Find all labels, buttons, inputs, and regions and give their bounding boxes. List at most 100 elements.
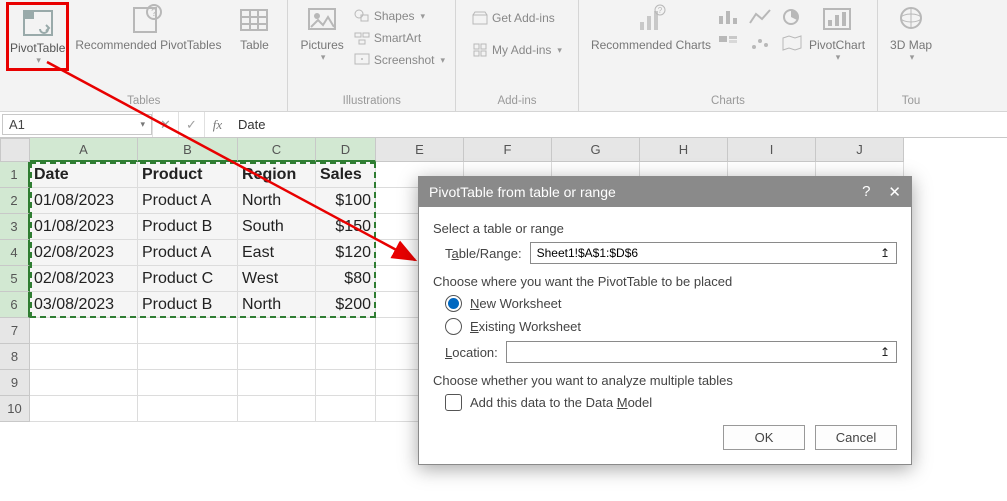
row-header[interactable]: 1 [0, 162, 30, 188]
cell-empty[interactable] [30, 318, 138, 344]
smartart-button[interactable]: SmartArt [350, 28, 449, 48]
cell[interactable]: Region [238, 162, 316, 188]
table-button[interactable]: Table [227, 2, 281, 54]
location-value[interactable] [511, 344, 874, 360]
cell[interactable]: North [238, 292, 316, 318]
cell[interactable]: West [238, 266, 316, 292]
close-icon[interactable]: ✕ [888, 183, 901, 201]
shapes-button[interactable]: Shapes▾ [350, 6, 449, 26]
column-header-C[interactable]: C [238, 138, 316, 162]
option-existing-worksheet[interactable]: Existing Worksheet [445, 318, 897, 335]
name-box[interactable]: A1 ▾ [2, 114, 152, 135]
cell-empty[interactable] [138, 370, 238, 396]
cell-empty[interactable] [238, 396, 316, 422]
column-header-E[interactable]: E [376, 138, 464, 162]
cell[interactable]: 01/08/2023 [30, 188, 138, 214]
collapse-dialog-icon[interactable]: ↥ [875, 244, 895, 262]
column-header-J[interactable]: J [816, 138, 904, 162]
cell[interactable]: South [238, 214, 316, 240]
insert-function-button[interactable]: fx [204, 112, 230, 137]
pie-chart-icon[interactable] [781, 8, 803, 26]
scatter-chart-icon[interactable] [749, 34, 771, 52]
cell[interactable]: Product B [138, 214, 238, 240]
cell[interactable]: Date [30, 162, 138, 188]
cell-empty[interactable] [30, 396, 138, 422]
row-header[interactable]: 8 [0, 344, 30, 370]
row-header[interactable]: 5 [0, 266, 30, 292]
cell[interactable]: Product [138, 162, 238, 188]
cell[interactable]: North [238, 188, 316, 214]
cell-empty[interactable] [138, 396, 238, 422]
cell[interactable]: 01/08/2023 [30, 214, 138, 240]
row-header[interactable]: 6 [0, 292, 30, 318]
my-addins-button[interactable]: My Add-ins ▾ [468, 40, 566, 60]
cell-empty[interactable] [316, 344, 376, 370]
cell[interactable]: $200 [316, 292, 376, 318]
cell[interactable]: East [238, 240, 316, 266]
row-header[interactable]: 7 [0, 318, 30, 344]
column-header-I[interactable]: I [728, 138, 816, 162]
cell-empty[interactable] [138, 318, 238, 344]
get-addins-button[interactable]: Get Add-ins [468, 8, 566, 28]
column-header-A[interactable]: A [30, 138, 138, 162]
dialog-titlebar[interactable]: PivotTable from table or range ? ✕ [419, 177, 911, 207]
pivottable-button[interactable]: PivotTable ▾ [6, 2, 69, 71]
column-header-B[interactable]: B [138, 138, 238, 162]
cell[interactable]: $80 [316, 266, 376, 292]
recommended-pivottables-button[interactable]: ? Recommended PivotTables [69, 2, 227, 54]
row-header[interactable]: 2 [0, 188, 30, 214]
row-header[interactable]: 10 [0, 396, 30, 422]
collapse-dialog-icon[interactable]: ↥ [875, 343, 895, 361]
checkbox-data-model-box[interactable] [445, 394, 462, 411]
radio-existing-worksheet[interactable] [445, 318, 462, 335]
cell[interactable]: Product C [138, 266, 238, 292]
map-chart-icon[interactable] [781, 34, 803, 52]
cell[interactable]: 02/08/2023 [30, 266, 138, 292]
cell-empty[interactable] [316, 370, 376, 396]
column-chart-icon[interactable] [717, 8, 739, 26]
cell-empty[interactable] [138, 344, 238, 370]
cell[interactable]: Sales [316, 162, 376, 188]
cell[interactable]: $150 [316, 214, 376, 240]
row-header[interactable]: 4 [0, 240, 30, 266]
cell[interactable]: 03/08/2023 [30, 292, 138, 318]
pictures-button[interactable]: Pictures ▾ [294, 2, 349, 65]
row-header[interactable]: 9 [0, 370, 30, 396]
column-header-F[interactable]: F [464, 138, 552, 162]
cell[interactable]: $100 [316, 188, 376, 214]
tablerange-value[interactable] [535, 245, 874, 261]
recommended-charts-button[interactable]: ? Recommended Charts [585, 2, 717, 54]
screenshot-button[interactable]: Screenshot▾ [350, 50, 449, 70]
cell-empty[interactable] [238, 370, 316, 396]
cell-empty[interactable] [316, 396, 376, 422]
cancel-button[interactable]: Cancel [815, 425, 897, 450]
column-header-H[interactable]: H [640, 138, 728, 162]
cell[interactable]: Product B [138, 292, 238, 318]
ok-button[interactable]: OK [723, 425, 805, 450]
help-icon[interactable]: ? [862, 183, 870, 201]
chevron-down-icon[interactable]: ▾ [140, 119, 145, 130]
row-header[interactable]: 3 [0, 214, 30, 240]
tablerange-input[interactable]: ↥ [530, 242, 897, 264]
column-header-G[interactable]: G [552, 138, 640, 162]
formula-input[interactable]: Date [230, 112, 1007, 137]
cell-empty[interactable] [30, 344, 138, 370]
option-new-worksheet[interactable]: New Worksheet [445, 295, 897, 312]
location-input[interactable]: ↥ [506, 341, 897, 363]
cell-empty[interactable] [30, 370, 138, 396]
cell-empty[interactable] [316, 318, 376, 344]
cell[interactable]: 02/08/2023 [30, 240, 138, 266]
radio-new-worksheet[interactable] [445, 295, 462, 312]
select-all-corner[interactable] [0, 138, 30, 162]
hierarchy-chart-icon[interactable] [717, 34, 739, 52]
line-chart-icon[interactable] [749, 8, 771, 26]
enter-formula-button[interactable]: ✓ [178, 112, 204, 137]
3d-map-button[interactable]: 3D Map ▾ [884, 2, 938, 65]
cell[interactable]: Product A [138, 240, 238, 266]
cancel-formula-button[interactable]: ✕ [152, 112, 178, 137]
cell[interactable]: $120 [316, 240, 376, 266]
cell-empty[interactable] [238, 318, 316, 344]
cell-empty[interactable] [238, 344, 316, 370]
pivotchart-button[interactable]: PivotChart ▾ [803, 2, 871, 65]
cell[interactable]: Product A [138, 188, 238, 214]
